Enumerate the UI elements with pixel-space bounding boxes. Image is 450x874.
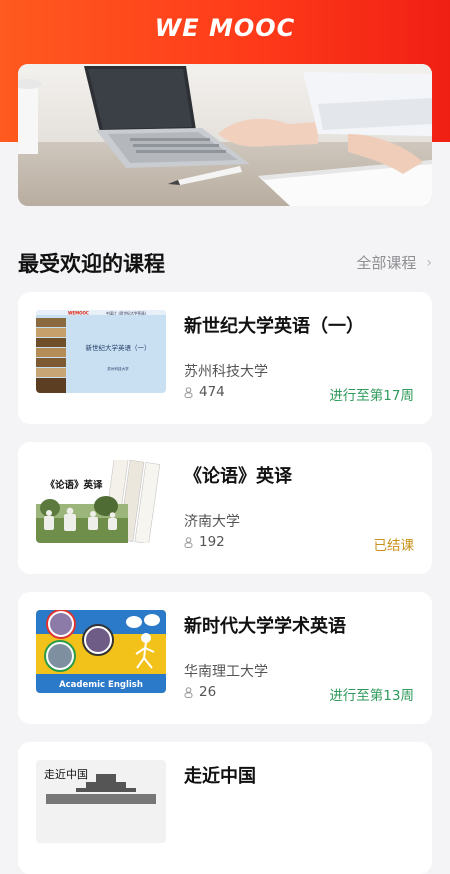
course-status: 进行至第17周 bbox=[329, 388, 414, 404]
course-school: 苏州科技大学 bbox=[184, 364, 268, 380]
section-title: 最受欢迎的课程 bbox=[18, 252, 165, 276]
course-school: 华南理工大学 bbox=[184, 664, 268, 680]
person-icon bbox=[184, 686, 193, 698]
course-thumbnail: WEMOOC 中国计《新世纪大学英语》 新世纪大学英语（一） 苏州科技大学 bbox=[36, 310, 166, 393]
course-learners: 26 bbox=[184, 684, 216, 700]
course-card[interactable]: Academic English 新时代大学学术英语 华南理工大学 26 进行至… bbox=[18, 592, 432, 724]
all-courses-link[interactable]: 全部课程 › bbox=[356, 252, 432, 273]
course-title: 《论语》英译 bbox=[184, 466, 292, 487]
learner-count: 474 bbox=[199, 384, 225, 400]
course-learners: 192 bbox=[184, 534, 225, 550]
thumb-header: 中国计《新世纪大学英语》 bbox=[106, 311, 148, 316]
course-status: 已结课 bbox=[373, 538, 415, 554]
thumb-title: 新世纪大学英语（一） bbox=[86, 343, 151, 352]
course-title: 新时代大学学术英语 bbox=[184, 616, 346, 637]
thumb-title: 《论语》英译 bbox=[45, 479, 103, 491]
thumb-title: 走近中国 bbox=[44, 768, 88, 781]
course-thumbnail: 走近中国 bbox=[36, 760, 166, 843]
person-icon bbox=[184, 536, 193, 548]
course-title: 走近中国 bbox=[184, 766, 256, 787]
banner-laptop-image bbox=[18, 64, 432, 206]
course-card[interactable]: WEMOOC 中国计《新世纪大学英语》 新世纪大学英语（一） 苏州科技大学 新世… bbox=[18, 292, 432, 424]
course-card[interactable]: 《论语》英译 《论语》英译 济南大学 192 已结课 bbox=[18, 442, 432, 574]
chevron-right-icon: › bbox=[426, 254, 432, 271]
learner-count: 192 bbox=[199, 534, 225, 550]
thumb-school: 苏州科技大学 bbox=[107, 366, 129, 371]
course-thumbnail: Academic English bbox=[36, 610, 166, 693]
popular-courses-header: 最受欢迎的课程 全部课程 › bbox=[18, 246, 432, 280]
app-logo: WE MOOC bbox=[154, 14, 296, 42]
course-card[interactable]: 走近中国 走近中国 bbox=[18, 742, 432, 874]
course-title: 新世纪大学英语（一） bbox=[184, 316, 364, 337]
hero-banner[interactable] bbox=[18, 64, 432, 206]
learner-count: 26 bbox=[199, 684, 217, 700]
course-thumbnail: 《论语》英译 bbox=[36, 460, 166, 543]
course-learners: 474 bbox=[184, 384, 225, 400]
thumb-caption: Academic English bbox=[59, 680, 143, 690]
thumb-logo: WEMOOC bbox=[68, 311, 89, 316]
course-status: 进行至第13周 bbox=[329, 688, 414, 704]
person-icon bbox=[184, 386, 193, 398]
course-school: 济南大学 bbox=[184, 514, 240, 530]
all-courses-label: 全部课程 bbox=[356, 254, 417, 272]
